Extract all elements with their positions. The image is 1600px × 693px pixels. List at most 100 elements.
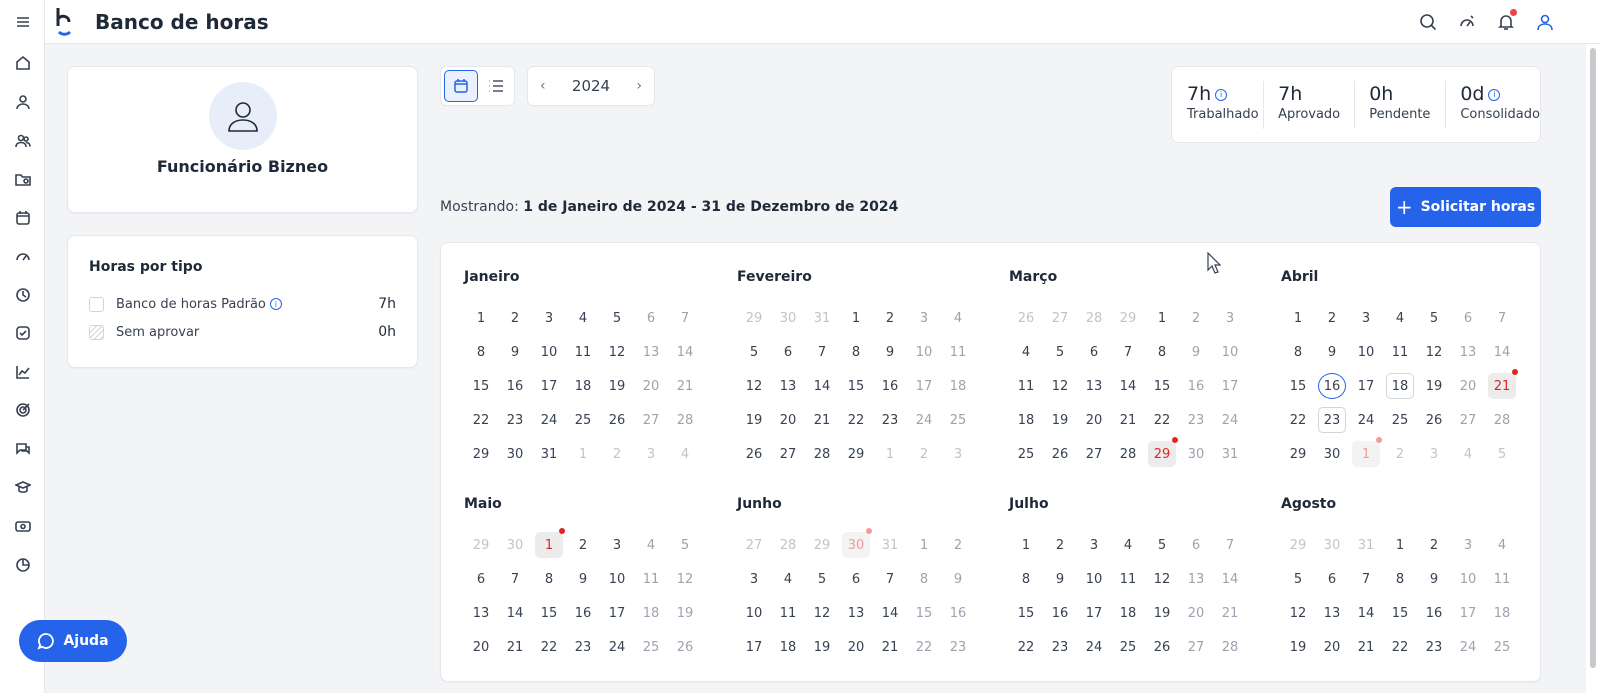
calendar-day[interactable]: 4 xyxy=(1114,532,1142,558)
calendar-day[interactable]: 25 xyxy=(637,634,665,660)
calendar-day[interactable]: 21 xyxy=(1114,407,1142,433)
calendar-day[interactable]: 18 xyxy=(1488,600,1516,626)
calendar-day[interactable]: 4 xyxy=(569,305,597,331)
calendar-day[interactable]: 20 xyxy=(637,373,665,399)
calendar-day[interactable]: 26 xyxy=(671,634,699,660)
calendar-day[interactable]: 11 xyxy=(774,600,802,626)
calendar-day[interactable]: 4 xyxy=(671,441,699,467)
calendar-day[interactable]: 6 xyxy=(774,339,802,365)
calendar-day[interactable]: 11 xyxy=(1012,373,1040,399)
calendar-day[interactable]: 12 xyxy=(603,339,631,365)
chart-icon[interactable] xyxy=(12,361,34,383)
calendar-day[interactable]: 30 xyxy=(1182,441,1210,467)
list-view-button[interactable] xyxy=(479,70,513,102)
calendar-day[interactable]: 6 xyxy=(1182,532,1210,558)
calendar-day[interactable]: 30 xyxy=(501,532,529,558)
calendar-day[interactable]: 8 xyxy=(842,339,870,365)
calendar-day[interactable]: 22 xyxy=(842,407,870,433)
calendar-day[interactable]: 26 xyxy=(740,441,768,467)
calendar-day[interactable]: 5 xyxy=(1046,339,1074,365)
calendar-day[interactable]: 7 xyxy=(1488,305,1516,331)
calendar-day[interactable]: 12 xyxy=(671,566,699,592)
calendar-day[interactable]: 11 xyxy=(569,339,597,365)
calendar-day[interactable]: 27 xyxy=(1080,441,1108,467)
calendar-day[interactable]: 12 xyxy=(1148,566,1176,592)
calendar-day[interactable]: 15 xyxy=(910,600,938,626)
calendar-day[interactable]: 24 xyxy=(1080,634,1108,660)
calendar-day[interactable]: 14 xyxy=(671,339,699,365)
calendar-day[interactable]: 23 xyxy=(501,407,529,433)
calendar-day[interactable]: 1 xyxy=(1352,437,1382,467)
calendar-day[interactable]: 10 xyxy=(910,339,938,365)
calendar-day[interactable]: 23 xyxy=(1182,407,1210,433)
calendar-day[interactable]: 3 xyxy=(910,305,938,331)
calendar-day[interactable]: 31 xyxy=(1216,441,1244,467)
calendar-day[interactable]: 24 xyxy=(1352,407,1380,433)
calendar-day[interactable]: 19 xyxy=(603,373,631,399)
calendar-day[interactable]: 23 xyxy=(1318,407,1346,433)
calendar-day[interactable]: 15 xyxy=(535,600,563,626)
calendar-day[interactable]: 6 xyxy=(467,566,495,592)
calendar-day[interactable]: 22 xyxy=(1284,407,1312,433)
calendar-day[interactable]: 26 xyxy=(1420,407,1448,433)
calendar-day[interactable]: 1 xyxy=(1284,305,1312,331)
calendar-day[interactable]: 8 xyxy=(1386,566,1414,592)
calendar-day[interactable]: 25 xyxy=(944,407,972,433)
calendar-day[interactable]: 26 xyxy=(1012,305,1040,331)
calendar-day[interactable]: 11 xyxy=(1114,566,1142,592)
calendar-day[interactable]: 21 xyxy=(1352,634,1380,660)
calendar-day[interactable]: 18 xyxy=(1012,407,1040,433)
calendar-day[interactable]: 3 xyxy=(603,532,631,558)
calendar-day[interactable]: 4 xyxy=(1454,441,1482,467)
calendar-day[interactable]: 11 xyxy=(944,339,972,365)
calendar-day[interactable]: 11 xyxy=(1488,566,1516,592)
calendar-day[interactable]: 14 xyxy=(501,600,529,626)
calendar-day[interactable]: 19 xyxy=(1148,600,1176,626)
calendar-day[interactable]: 18 xyxy=(569,373,597,399)
calendar-day[interactable]: 9 xyxy=(944,566,972,592)
calendar-day[interactable]: 27 xyxy=(774,441,802,467)
calendar-day[interactable]: 20 xyxy=(1454,373,1482,399)
calendar-day[interactable]: 28 xyxy=(1488,407,1516,433)
calendar-day[interactable]: 5 xyxy=(1148,532,1176,558)
calendar-day[interactable]: 4 xyxy=(1386,305,1414,331)
calendar-day[interactable]: 25 xyxy=(1114,634,1142,660)
calendar-day[interactable]: 2 xyxy=(603,441,631,467)
calendar-day[interactable]: 5 xyxy=(1488,441,1516,467)
calendar-day[interactable]: 9 xyxy=(1046,566,1074,592)
calendar-day[interactable]: 2 xyxy=(910,441,938,467)
calendar-day[interactable]: 20 xyxy=(842,634,870,660)
calendar-day[interactable]: 28 xyxy=(1080,305,1108,331)
calendar-day[interactable]: 18 xyxy=(1386,373,1414,399)
bizneo-logo[interactable] xyxy=(55,6,77,36)
calendar-day[interactable]: 8 xyxy=(1284,339,1312,365)
calendar-day[interactable]: 6 xyxy=(1454,305,1482,331)
calendar-day[interactable]: 19 xyxy=(671,600,699,626)
calendar-day[interactable]: 23 xyxy=(1046,634,1074,660)
search-icon[interactable] xyxy=(1417,11,1439,33)
calendar-day[interactable]: 9 xyxy=(1182,339,1210,365)
calendar-day[interactable]: 6 xyxy=(1318,566,1346,592)
calendar-day[interactable]: 13 xyxy=(637,339,665,365)
calendar-day[interactable]: 9 xyxy=(1318,339,1346,365)
calendar-day[interactable]: 14 xyxy=(1488,339,1516,365)
clock-icon[interactable] xyxy=(12,284,34,306)
calendar-day[interactable]: 29 xyxy=(1114,305,1142,331)
calendar-day[interactable]: 2 xyxy=(501,305,529,331)
calendar-day[interactable]: 21 xyxy=(501,634,529,660)
calendar-day[interactable]: 3 xyxy=(944,441,972,467)
calendar-day[interactable]: 22 xyxy=(1148,407,1176,433)
calendar-view-button[interactable] xyxy=(444,70,478,102)
calendar-day[interactable]: 2 xyxy=(1182,305,1210,331)
calendar-day[interactable]: 15 xyxy=(467,373,495,399)
type-checkbox[interactable] xyxy=(89,324,104,340)
calendar-day[interactable]: 12 xyxy=(740,373,768,399)
calendar-day[interactable]: 18 xyxy=(637,600,665,626)
calendar-day[interactable]: 3 xyxy=(740,566,768,592)
calendar-day[interactable]: 1 xyxy=(467,305,495,331)
calendar-day[interactable]: 17 xyxy=(535,373,563,399)
pie-chart-icon[interactable] xyxy=(12,554,34,576)
calendar-day[interactable]: 21 xyxy=(808,407,836,433)
folder-icon[interactable] xyxy=(12,168,34,190)
calendar-day[interactable]: 16 xyxy=(1182,373,1210,399)
